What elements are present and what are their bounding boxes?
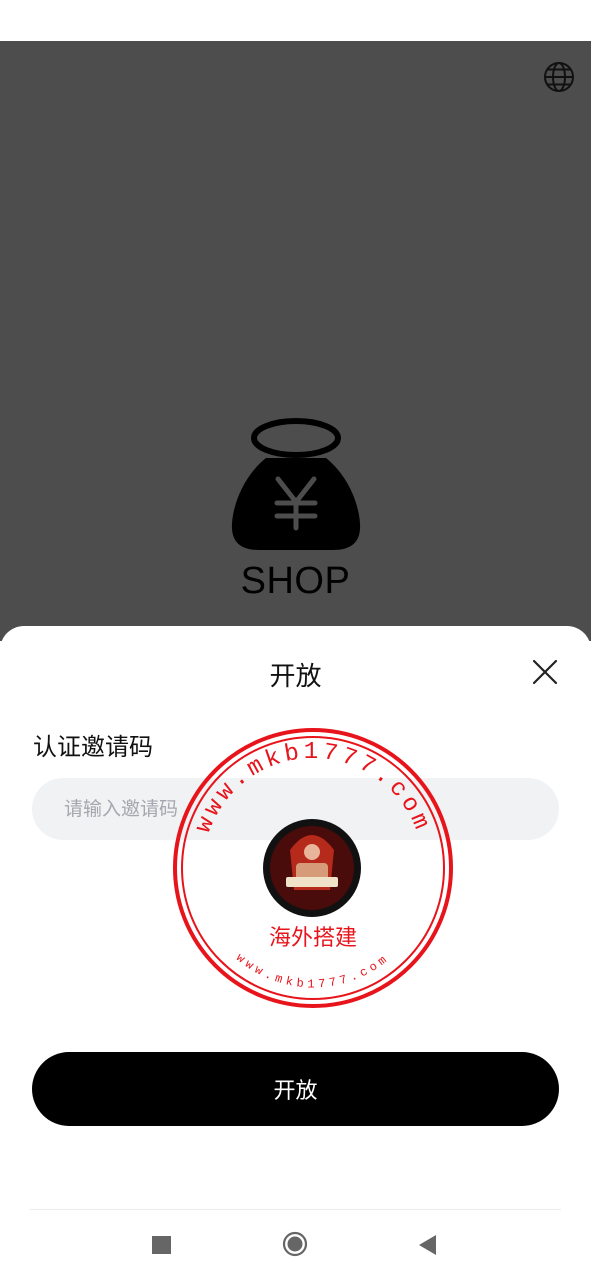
square-icon[interactable] [152, 1236, 171, 1254]
sheet-title: 开放 [269, 662, 322, 692]
close-icon[interactable] [528, 655, 562, 689]
invite-code-input[interactable] [32, 778, 559, 840]
triangle-back-icon[interactable] [416, 1233, 438, 1257]
brand-title: SHOP [240, 560, 351, 602]
open-button[interactable]: 开放 [32, 1052, 559, 1126]
status-bar [0, 0, 591, 41]
bottom-sheet [0, 626, 591, 1280]
money-bag-logo-icon [231, 418, 361, 550]
globe-icon[interactable] [542, 60, 576, 94]
circle-icon[interactable] [282, 1231, 308, 1257]
divider [30, 1209, 561, 1210]
invite-code-label: 认证邀请码 [33, 733, 153, 761]
